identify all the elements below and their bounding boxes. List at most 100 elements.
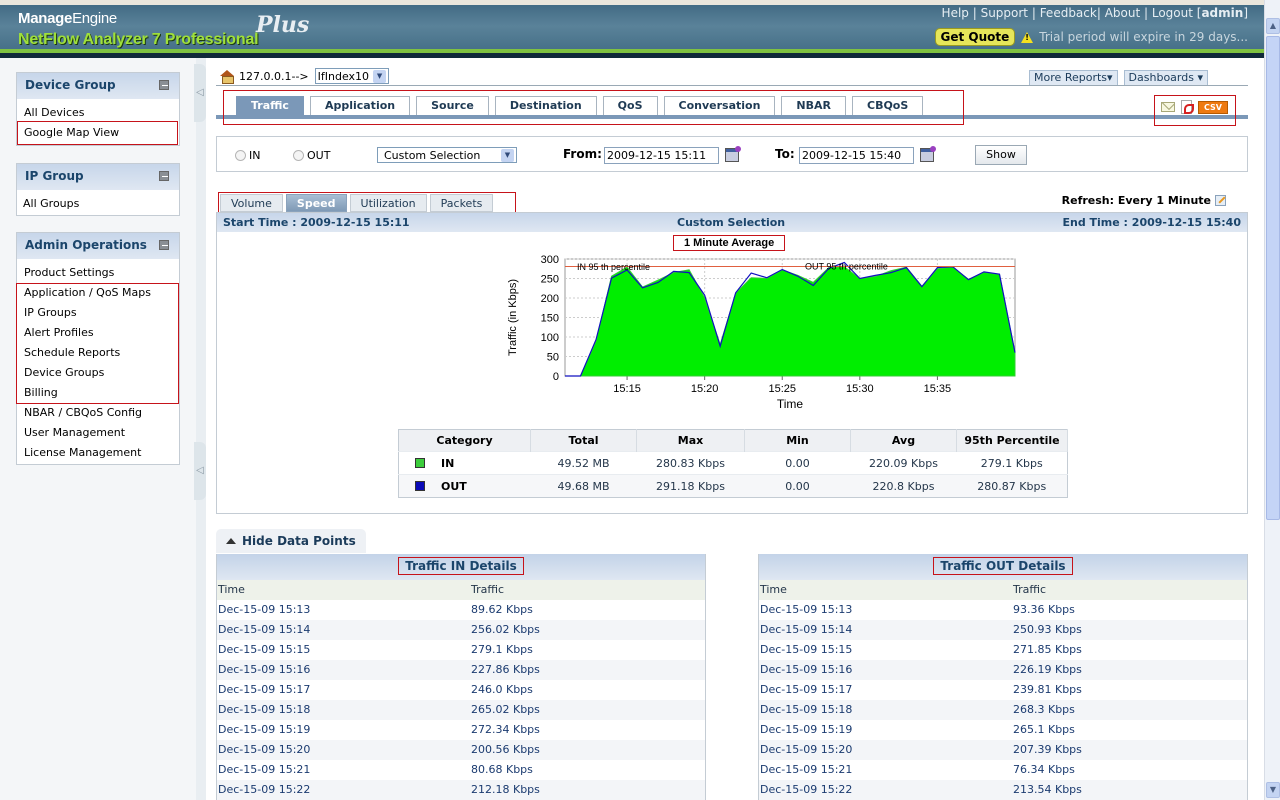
subtab-volume[interactable]: Volume xyxy=(220,194,283,212)
traffic-cell: 272.34 Kbps xyxy=(471,723,540,736)
edit-icon[interactable] xyxy=(1215,195,1226,206)
table-row: Dec-15-09 15:14 256.02 Kbps xyxy=(217,620,705,640)
ip-group-title: IP Group xyxy=(25,169,84,183)
tab-application[interactable]: Application xyxy=(309,96,411,116)
sidebar-item-billing[interactable]: Billing xyxy=(17,383,179,403)
home-icon[interactable] xyxy=(220,70,234,84)
chevron-down-icon: ▼ xyxy=(501,148,514,162)
tab-qos[interactable]: QoS xyxy=(602,96,658,116)
pdf-icon[interactable] xyxy=(1181,100,1195,114)
show-button[interactable]: Show xyxy=(975,145,1027,165)
end-time: End Time : 2009-12-15 15:40 xyxy=(1062,216,1241,229)
chart-title: 1 Minute Average xyxy=(673,235,786,251)
sidebar-item-all-groups[interactable]: All Groups xyxy=(17,194,179,214)
collapse-sidebar-icon[interactable]: ◁ xyxy=(194,64,206,122)
tab-cbqos[interactable]: CBQoS xyxy=(852,96,924,116)
refresh-setting: Refresh: Every 1 Minute xyxy=(1062,194,1226,207)
subtab-utilization[interactable]: Utilization xyxy=(349,194,427,212)
minimize-icon[interactable] xyxy=(159,171,169,181)
sidebar-item-device-groups[interactable]: Device Groups xyxy=(17,363,179,383)
interface-select[interactable]: IfIndex10 ▼ xyxy=(314,68,390,84)
out-legend-swatch xyxy=(415,480,425,491)
traffic-cell: 80.68 Kbps xyxy=(471,763,533,776)
collapse-sidebar-icon[interactable]: ◁ xyxy=(194,442,206,500)
trial-notice: Trial period will expire in 29 days... xyxy=(1039,30,1248,44)
minimize-icon[interactable] xyxy=(159,240,169,250)
table-row: Dec-15-09 15:15 271.85 Kbps xyxy=(759,640,1247,660)
stats-table: Category Total Max Min Avg 95th Percenti… xyxy=(398,429,1068,498)
time-cell: Dec-15-09 15:14 xyxy=(760,623,853,636)
scroll-thumb[interactable] xyxy=(1266,36,1280,520)
tab-destination[interactable]: Destination xyxy=(494,96,597,116)
to-date-input[interactable]: 2009-12-15 15:40 xyxy=(799,147,914,164)
tab-conversation[interactable]: Conversation xyxy=(663,96,776,116)
traffic-chart-panel: Start Time : 2009-12-15 15:11 Custom Sel… xyxy=(216,212,1248,514)
tab-traffic[interactable]: Traffic xyxy=(236,96,304,116)
more-reports-button[interactable]: More Reports▾ xyxy=(1029,70,1118,86)
sidebar-item-nbar-cbqos-config[interactable]: NBAR / CBQoS Config xyxy=(17,403,179,423)
support-link[interactable]: Support xyxy=(981,6,1028,20)
table-row: Dec-15-09 15:21 76.34 Kbps xyxy=(759,760,1247,780)
in-percentile-label: IN 95 th percentile xyxy=(577,262,650,272)
traffic-cell: 89.62 Kbps xyxy=(471,603,533,616)
logout-link[interactable]: Logout xyxy=(1152,6,1193,20)
sidebar-item-application-qos-maps[interactable]: Application / QoS Maps xyxy=(17,283,179,303)
product-name: NetFlow Analyzer 7 Professional xyxy=(18,31,259,48)
sidebar-item-google-map-view[interactable]: Google Map View xyxy=(17,123,179,143)
col-min: Min xyxy=(744,429,851,452)
page-scrollbar[interactable]: ▲ ▼ xyxy=(1264,0,1280,800)
x-tick-label: 15:15 xyxy=(613,383,641,395)
time-cell: Dec-15-09 15:16 xyxy=(760,663,853,676)
table-row: Dec-15-09 15:18 265.02 Kbps xyxy=(217,700,705,720)
out-radio[interactable]: OUT xyxy=(293,149,330,162)
csv-export-button[interactable]: CSV xyxy=(1198,100,1228,114)
table-row: Dec-15-09 15:19 272.34 Kbps xyxy=(217,720,705,740)
help-link[interactable]: Help xyxy=(942,6,969,20)
y-tick-label: 150 xyxy=(541,313,559,325)
breadcrumb-device[interactable]: 127.0.0.1--> xyxy=(239,70,309,83)
traffic-in-details: Traffic IN Details Time Traffic Dec-15-09… xyxy=(216,554,706,800)
hide-data-points-button[interactable]: Hide Data Points xyxy=(216,529,366,553)
get-quote-button[interactable]: Get Quote xyxy=(934,28,1016,46)
calendar-icon[interactable] xyxy=(920,146,936,162)
email-icon[interactable] xyxy=(1161,102,1176,112)
time-cell: Dec-15-09 15:21 xyxy=(760,763,853,776)
export-icons: CSV xyxy=(1161,100,1228,114)
table-row: Dec-15-09 15:13 93.36 Kbps xyxy=(759,600,1247,620)
traffic-in-title: Traffic IN Details xyxy=(398,557,524,575)
sidebar-item-user-management[interactable]: User Management xyxy=(17,423,179,443)
sidebar-item-all-devices[interactable]: All Devices xyxy=(17,103,179,123)
traffic-cell: 226.19 Kbps xyxy=(1013,663,1082,676)
y-tick-label: 250 xyxy=(541,274,559,286)
sidebar-item-ip-groups[interactable]: IP Groups xyxy=(17,303,179,323)
minimize-icon[interactable] xyxy=(159,80,169,90)
sidebar-item-schedule-reports[interactable]: Schedule Reports xyxy=(17,343,179,363)
about-link[interactable]: About xyxy=(1105,6,1140,20)
subtab-speed[interactable]: Speed xyxy=(285,194,347,212)
top-links: Help | Support | Feedback| About | Logou… xyxy=(941,6,1248,20)
tab-source[interactable]: Source xyxy=(416,96,489,116)
traffic-cell: 271.85 Kbps xyxy=(1013,643,1082,656)
table-row: Dec-15-09 15:20 207.39 Kbps xyxy=(759,740,1247,760)
traffic-cell: 212.18 Kbps xyxy=(471,783,540,796)
traffic-cell: 239.81 Kbps xyxy=(1013,683,1082,696)
tab-nbar[interactable]: NBAR xyxy=(781,96,846,116)
in-radio[interactable]: IN xyxy=(235,149,260,162)
sidebar-item-product-settings[interactable]: Product Settings xyxy=(17,263,179,283)
scroll-down-button[interactable]: ▼ xyxy=(1266,782,1280,798)
filter-bar: IN OUT Custom Selection ▼ From: 2009-12-1… xyxy=(216,136,1248,172)
from-date-input[interactable]: 2009-12-15 15:11 xyxy=(604,147,719,164)
x-tick-label: 15:35 xyxy=(924,383,952,395)
calendar-icon[interactable] xyxy=(725,146,741,162)
scroll-up-button[interactable]: ▲ xyxy=(1266,18,1280,34)
period-select[interactable]: Custom Selection ▼ xyxy=(377,147,517,163)
dashboards-button[interactable]: Dashboards ▾ xyxy=(1123,70,1208,86)
sidebar-item-alert-profiles[interactable]: Alert Profiles xyxy=(17,323,179,343)
feedback-link[interactable]: Feedback xyxy=(1040,6,1097,20)
in-legend-swatch xyxy=(415,457,425,468)
selection-mode: Custom Selection xyxy=(677,216,786,229)
warning-icon xyxy=(1021,31,1034,43)
admin-operations-box: Admin Operations Product Settings Applic… xyxy=(16,232,180,465)
sidebar-item-license-management[interactable]: License Management xyxy=(17,443,179,463)
subtab-packets[interactable]: Packets xyxy=(429,194,494,212)
